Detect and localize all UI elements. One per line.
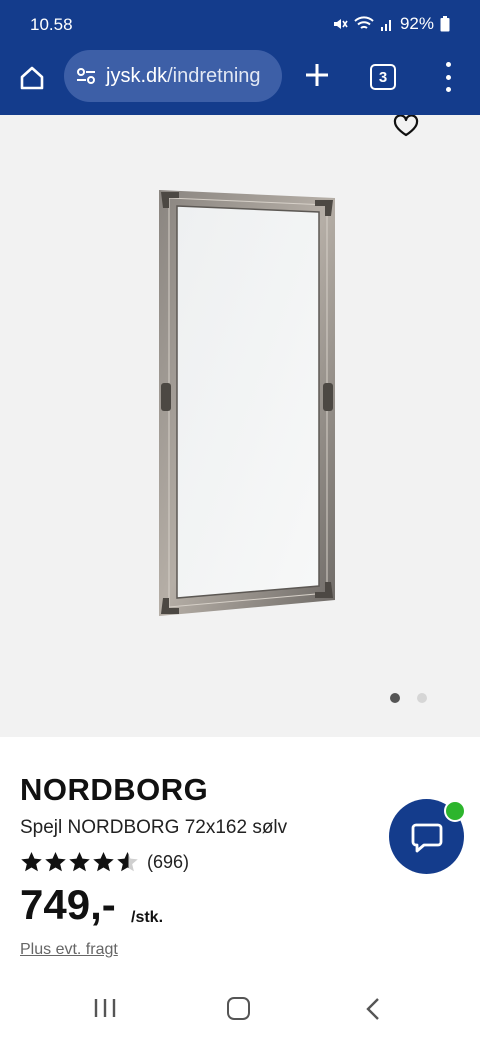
back-icon[interactable] xyxy=(364,997,382,1021)
battery-percent: 92% xyxy=(399,14,434,33)
status-time: 10.58 xyxy=(30,15,73,34)
signal-icon xyxy=(380,20,391,31)
site-settings-icon[interactable] xyxy=(74,64,98,88)
shipping-link[interactable]: Plus evt. fragt xyxy=(20,941,118,959)
product-name: Spejl NORDBORG 72x162 sølv xyxy=(20,817,288,838)
mute-icon xyxy=(333,19,348,29)
chat-online-indicator xyxy=(444,800,466,822)
price-unit: /stk. xyxy=(131,909,164,926)
star-half-icon xyxy=(117,851,138,872)
product-price: 749,- xyxy=(20,881,116,928)
gallery-pagination[interactable] xyxy=(390,693,427,703)
menu-dot xyxy=(445,62,451,67)
new-tab-button[interactable] xyxy=(300,58,334,92)
product-info: NORDBORG Spejl NORDBORG 72x162 sølv (696… xyxy=(0,737,480,977)
product-brand: NORDBORG xyxy=(20,772,209,807)
system-navigation-bar xyxy=(0,977,480,1040)
status-icons: 92% xyxy=(332,14,450,34)
wifi-icon xyxy=(354,16,374,29)
url-text[interactable]: jysk.dk/indretning xyxy=(106,65,261,88)
mirror-product-image xyxy=(159,190,335,616)
battery-icon xyxy=(440,16,450,32)
url-path: /indretning xyxy=(167,64,261,87)
home-button[interactable] xyxy=(14,60,50,96)
browser-toolbar: jysk.dk/indretning 3 xyxy=(0,50,480,115)
star-icon xyxy=(45,851,66,872)
rating-stars xyxy=(20,851,139,873)
home-nav-button[interactable] xyxy=(227,997,250,1020)
favorite-heart-icon[interactable] xyxy=(393,115,419,137)
address-bar[interactable]: jysk.dk/indretning xyxy=(64,50,282,102)
menu-dot xyxy=(445,87,451,92)
chat-bubble-icon xyxy=(411,823,442,852)
gallery-dot[interactable] xyxy=(390,693,400,703)
home-icon xyxy=(20,66,44,90)
status-bar: 10.58 92% xyxy=(0,0,480,50)
tab-switcher-button[interactable]: 3 xyxy=(370,64,396,90)
product-gallery[interactable] xyxy=(0,115,480,737)
product-rating[interactable]: (696) xyxy=(20,851,189,873)
rating-count[interactable]: (696) xyxy=(147,852,189,873)
gallery-dot[interactable] xyxy=(417,693,427,703)
menu-dot xyxy=(445,74,451,80)
star-icon xyxy=(93,851,114,872)
recent-apps-icon[interactable] xyxy=(93,997,117,1019)
star-icon xyxy=(69,851,90,872)
url-domain: jysk.dk xyxy=(106,64,168,87)
star-icon xyxy=(21,851,42,872)
more-menu-button[interactable] xyxy=(438,62,458,92)
